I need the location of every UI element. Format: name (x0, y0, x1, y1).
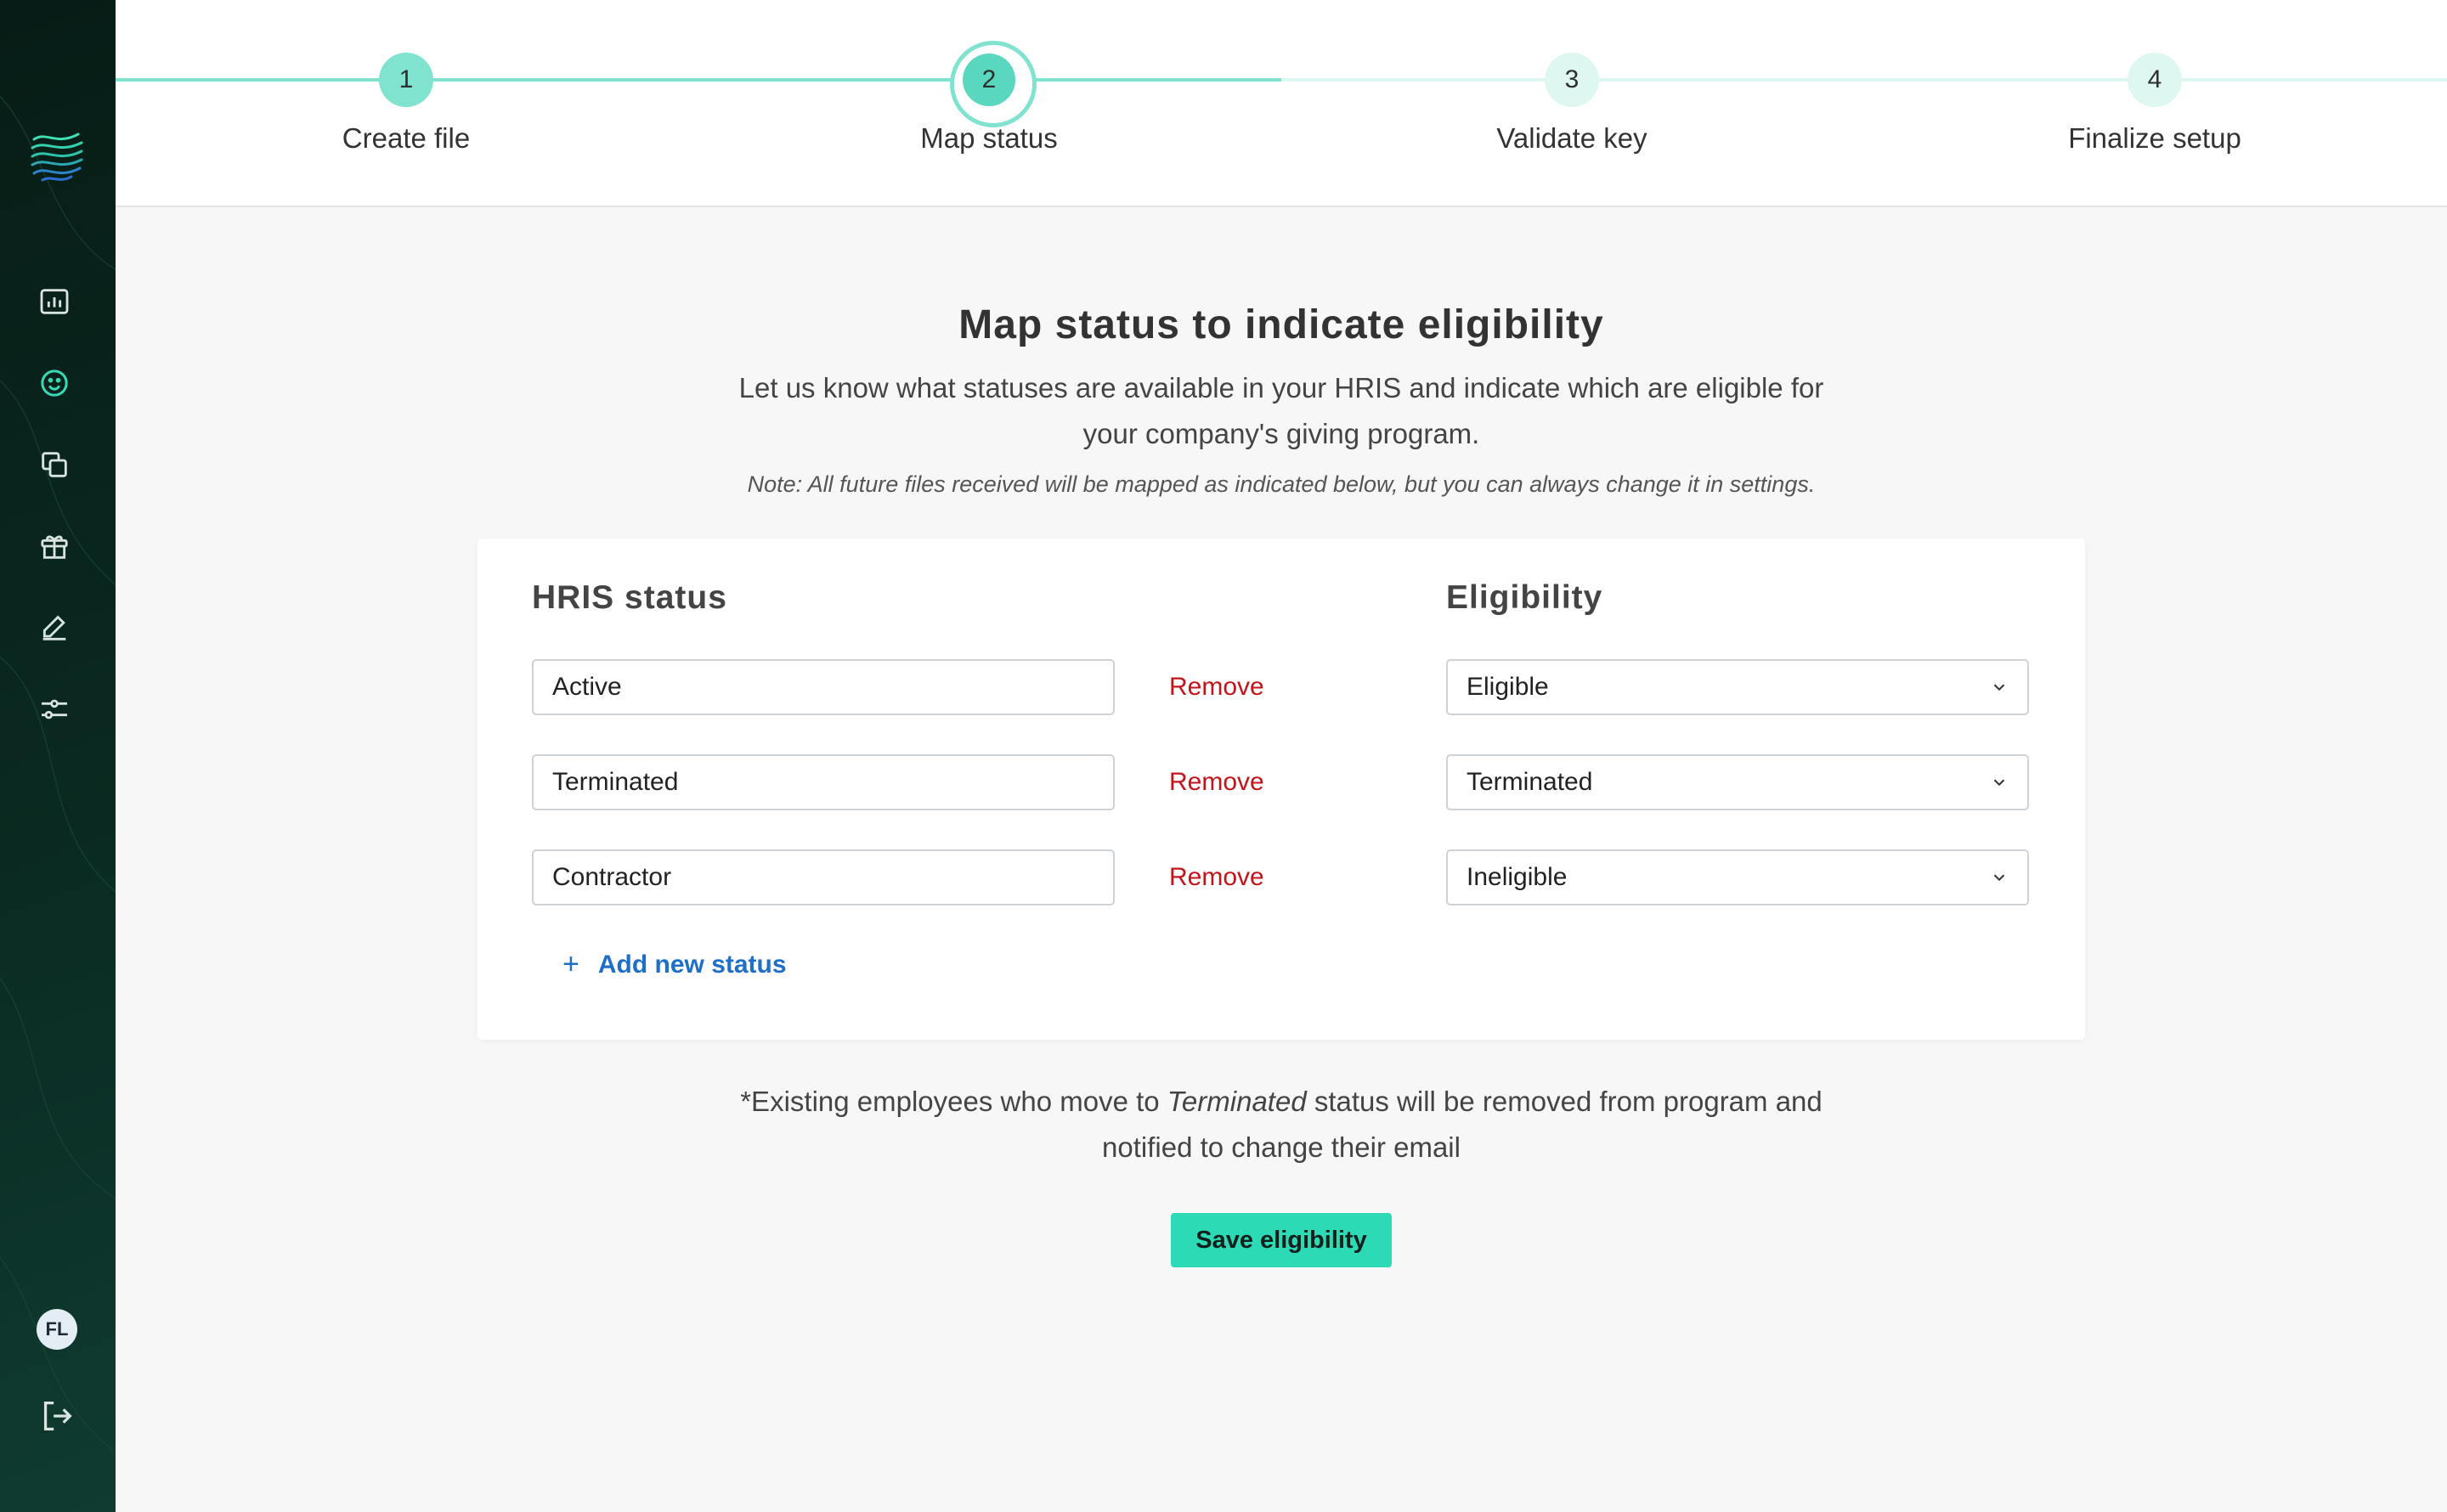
sliders-icon[interactable] (34, 689, 75, 730)
chevron-down-icon (1993, 874, 2005, 882)
eligibility-header: Eligibility (1446, 579, 1603, 616)
eligibility-select[interactable]: Eligible (1446, 659, 2029, 715)
terminated-footnote: *Existing employees who move to Terminat… (710, 1079, 1852, 1171)
progress-stepper: 1 Create file 2 Map status 3 Validate ke… (116, 0, 2447, 207)
step-number: 1 (379, 53, 433, 107)
pencil-icon[interactable] (34, 607, 75, 648)
settings-note: Note: All future files received will be … (747, 471, 1816, 497)
status-input[interactable]: Active (532, 659, 1115, 715)
remove-button[interactable]: Remove (1169, 754, 1264, 810)
footnote-prefix: *Existing employees who move to (740, 1086, 1167, 1117)
sidebar: FL (0, 0, 116, 1512)
status-mapping-card: HRIS status Eligibility Active Remove El… (478, 539, 2085, 1040)
avatar[interactable]: FL (37, 1309, 77, 1350)
mapping-row: Contractor Remove Ineligible (478, 849, 2085, 906)
status-input[interactable]: Contractor (532, 849, 1115, 906)
footnote-emphasis: Terminated (1167, 1086, 1307, 1117)
copy-icon[interactable] (34, 444, 75, 485)
step-label: Validate key (1496, 122, 1647, 154)
eligibility-select[interactable]: Ineligible (1446, 849, 2029, 906)
plus-icon: + (562, 948, 579, 980)
step-number: 4 (2128, 53, 2182, 107)
page-title: Map status to indicate eligibility (958, 302, 1604, 347)
remove-button[interactable]: Remove (1169, 659, 1264, 715)
save-eligibility-button[interactable]: Save eligibility (1171, 1213, 1392, 1267)
bar-chart-icon[interactable] (34, 281, 75, 322)
gift-icon[interactable] (34, 526, 75, 567)
logout-icon[interactable] (37, 1396, 76, 1436)
chevron-down-icon (1993, 684, 2005, 691)
step-number: 2 (963, 54, 1015, 106)
step-validate-key[interactable]: 3 Validate key (1444, 0, 1699, 155)
step-number: 3 (1545, 53, 1599, 107)
mapping-row: Terminated Remove Terminated (478, 754, 2085, 810)
add-status-label: Add new status (597, 950, 787, 979)
step-create-file[interactable]: 1 Create file (279, 0, 534, 155)
eligibility-select[interactable]: Terminated (1446, 754, 2029, 810)
eligibility-value: Ineligible (1467, 863, 1568, 891)
hris-status-header: HRIS status (532, 579, 727, 616)
mapping-row: Active Remove Eligible (478, 659, 2085, 715)
eligibility-value: Terminated (1467, 768, 1593, 796)
eligibility-value: Eligible (1467, 673, 1549, 701)
smiley-icon[interactable] (34, 363, 75, 403)
brand-logo-icon[interactable] (29, 127, 85, 183)
remove-button[interactable]: Remove (1169, 849, 1264, 906)
add-new-status-button[interactable]: + Add new status (562, 948, 787, 981)
sidebar-background-pattern (0, 95, 116, 1453)
step-map-status[interactable]: 2 Map status (862, 0, 1116, 155)
step-label: Create file (342, 122, 471, 154)
step-label: Finalize setup (2068, 122, 2241, 154)
status-input[interactable]: Terminated (532, 754, 1115, 810)
step-finalize-setup[interactable]: 4 Finalize setup (2027, 0, 2282, 155)
chevron-down-icon (1993, 779, 2005, 787)
intro-text: Let us know what statuses are available … (738, 372, 1824, 449)
